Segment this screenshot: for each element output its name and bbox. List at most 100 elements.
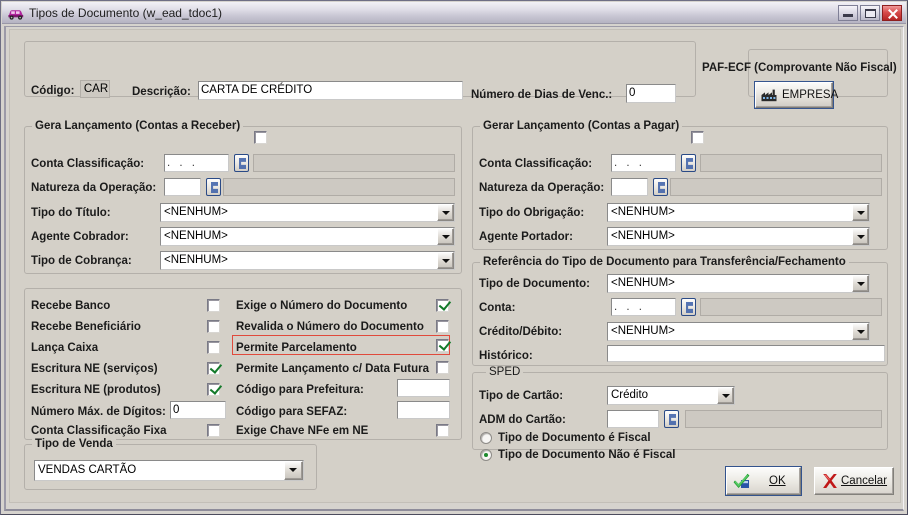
sped-adm-cartao-lookup-icon[interactable]	[664, 410, 679, 428]
chevron-down-icon[interactable]	[437, 252, 454, 269]
red-x-icon	[821, 473, 839, 489]
exige-chave-nfe-checkbox[interactable]	[436, 424, 449, 437]
receber-natureza-operacao-desc	[223, 178, 455, 196]
application-window: Tipos de Documento (w_ead_tdoc1) Código:…	[0, 0, 908, 515]
chevron-down-icon[interactable]	[852, 323, 869, 340]
referencia-credito-debito-value: <NENHUM>	[611, 325, 675, 337]
option-recebe-beneficiario-label: Recebe Beneficiário	[31, 321, 141, 333]
client-area: Código: CAR Descrição: CARTA DE CRÉDITO …	[4, 26, 904, 511]
contas-pagar-group-checkbox[interactable]	[691, 131, 704, 144]
option-escritura-produtos-checkbox[interactable]	[207, 383, 220, 396]
dias-venc-input[interactable]: 0	[626, 84, 676, 103]
radio-nao-fiscal[interactable]	[480, 449, 492, 461]
receber-tipo-cobranca-combo[interactable]: <NENHUM>	[160, 251, 455, 270]
pagar-tipo-obrigacao-label: Tipo do Obrigação:	[479, 207, 585, 219]
num-max-digitos-input[interactable]: 0	[170, 401, 226, 419]
referencia-conta-input[interactable]: . . .	[611, 298, 676, 316]
option-lanca-caixa-checkbox[interactable]	[207, 341, 220, 354]
receber-natureza-operacao-lookup-icon[interactable]	[206, 178, 221, 196]
option-recebe-banco-label: Recebe Banco	[31, 300, 111, 312]
pagar-natureza-operacao-lookup-icon[interactable]	[653, 178, 668, 196]
close-button[interactable]	[882, 5, 902, 21]
option-escritura-servicos-checkbox[interactable]	[207, 362, 220, 375]
referencia-credito-debito-combo[interactable]: <NENHUM>	[607, 322, 870, 341]
window-controls	[838, 5, 902, 21]
receber-agente-cobrador-combo[interactable]: <NENHUM>	[160, 227, 455, 246]
chevron-down-icon[interactable]	[284, 461, 303, 480]
option-exige-numero-label: Exige o Número do Documento	[236, 300, 408, 312]
option-recebe-banco-checkbox[interactable]	[207, 299, 220, 312]
radio-nao-fiscal-label: Tipo de Documento Não é Fiscal	[498, 449, 676, 461]
chevron-down-icon[interactable]	[852, 275, 869, 292]
chevron-down-icon[interactable]	[852, 228, 869, 245]
chevron-down-icon[interactable]	[717, 387, 734, 404]
referencia-tipo-documento-value: <NENHUM>	[611, 277, 675, 289]
option-revalida-numero-label: Revalida o Número do Documento	[236, 321, 424, 333]
referencia-historico-input[interactable]	[607, 345, 885, 362]
pagar-natureza-operacao-input[interactable]	[611, 178, 648, 196]
sped-tipo-cartao-combo[interactable]: Crédito	[607, 386, 735, 405]
tipo-venda-value: VENDAS CARTÃO	[38, 464, 137, 476]
option-revalida-numero-checkbox[interactable]	[436, 320, 449, 333]
receber-conta-classificacao-input[interactable]: . . .	[164, 154, 229, 172]
conta-classificacao-fixa-checkbox[interactable]	[207, 424, 220, 437]
pagar-conta-classificacao-input[interactable]: . . .	[611, 154, 676, 172]
pagar-conta-classificacao-desc	[700, 154, 882, 172]
receber-tipo-titulo-label: Tipo do Título:	[31, 207, 111, 219]
option-permite-parcelamento-checkbox[interactable]	[436, 339, 449, 352]
pagar-conta-classificacao-lookup-icon[interactable]	[681, 154, 696, 172]
chevron-down-icon[interactable]	[852, 204, 869, 221]
option-recebe-beneficiario-checkbox[interactable]	[207, 320, 220, 333]
codigo-sefaz-label: Código para SEFAZ:	[236, 406, 348, 418]
referencia-group-title: Referência do Tipo de Documento para Tra…	[480, 256, 849, 268]
pagar-agente-portador-combo[interactable]: <NENHUM>	[607, 227, 870, 246]
pagar-agente-portador-value: <NENHUM>	[611, 230, 675, 242]
receber-agente-cobrador-label: Agente Cobrador:	[31, 231, 129, 243]
maximize-button[interactable]	[860, 5, 880, 21]
form-pane: Código: CAR Descrição: CARTA DE CRÉDITO …	[9, 29, 901, 503]
radio-fiscal-label: Tipo de Documento é Fiscal	[498, 432, 651, 444]
chevron-down-icon[interactable]	[437, 204, 454, 221]
descricao-label: Descrição:	[132, 86, 191, 98]
pagar-natureza-operacao-desc	[670, 178, 882, 196]
dias-venc-label: Número de Dias de Venc.:	[471, 89, 613, 101]
receber-tipo-titulo-combo[interactable]: <NENHUM>	[160, 203, 455, 222]
referencia-historico-label: Histórico:	[479, 350, 533, 362]
referencia-conta-lookup-icon[interactable]	[681, 298, 696, 316]
tipo-venda-combo[interactable]: VENDAS CARTÃO	[34, 460, 304, 481]
exige-chave-nfe-label: Exige Chave NFe em NE	[236, 425, 369, 437]
descricao-input[interactable]: CARTA DE CRÉDITO	[198, 81, 463, 100]
codigo-prefeitura-input[interactable]	[397, 379, 450, 397]
referencia-tipo-documento-combo[interactable]: <NENHUM>	[607, 274, 870, 293]
pagar-tipo-obrigacao-combo[interactable]: <NENHUM>	[607, 203, 870, 222]
receber-conta-classificacao-lookup-icon[interactable]	[234, 154, 249, 172]
contas-pagar-group-title: Gerar Lançamento (Contas a Pagar)	[480, 120, 683, 132]
codigo-field: CAR	[80, 80, 110, 98]
option-permite-data-futura-checkbox[interactable]	[436, 361, 449, 374]
receber-natureza-operacao-input[interactable]	[164, 178, 201, 196]
referencia-tipo-documento-label: Tipo de Documento:	[479, 278, 590, 290]
minimize-button[interactable]	[838, 5, 858, 21]
receber-tipo-titulo-value: <NENHUM>	[164, 206, 228, 218]
option-exige-numero-checkbox[interactable]	[436, 299, 449, 312]
cancel-button[interactable]: Cancelar	[814, 467, 894, 495]
ok-button[interactable]: OK	[726, 467, 801, 495]
radio-fiscal[interactable]	[480, 432, 492, 444]
sped-group-title: SPED	[486, 366, 524, 378]
chevron-down-icon[interactable]	[437, 228, 454, 245]
pagar-tipo-obrigacao-value: <NENHUM>	[611, 206, 675, 218]
referencia-conta-label: Conta:	[479, 302, 516, 314]
pagar-natureza-operacao-label: Natureza da Operação:	[479, 182, 605, 194]
contas-receber-group-checkbox[interactable]	[254, 131, 267, 144]
sped-adm-cartao-input[interactable]	[607, 410, 659, 428]
contas-receber-group-title: Gera Lançamento (Contas a Receber)	[32, 120, 244, 132]
empresa-button[interactable]: EMPRESA	[755, 82, 838, 108]
option-lanca-caixa-label: Lança Caixa	[31, 342, 99, 354]
empresa-button-label: EMPRESA	[782, 89, 839, 101]
car-icon	[7, 5, 25, 21]
referencia-credito-debito-label: Crédito/Débito:	[479, 326, 563, 338]
num-max-digitos-label: Número Máx. de Dígitos:	[31, 406, 166, 418]
receber-conta-classificacao-desc	[253, 154, 455, 172]
codigo-prefeitura-label: Código para Prefeitura:	[236, 384, 364, 396]
codigo-sefaz-input[interactable]	[397, 401, 450, 419]
